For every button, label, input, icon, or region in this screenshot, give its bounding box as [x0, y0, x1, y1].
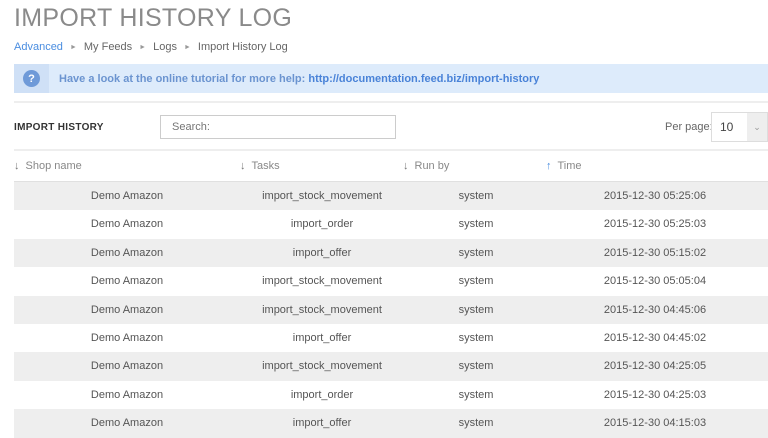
time-cell: 2015-12-30 05:15:02: [603, 246, 707, 259]
run-by-cell: system: [458, 303, 494, 316]
shop-name-cell: Demo Amazon: [90, 218, 164, 231]
task-cell: import_stock_movement: [262, 360, 382, 373]
sort-down-icon: ↓: [240, 160, 246, 172]
shop-name-cell: Demo Amazon: [90, 303, 164, 316]
breadcrumb-advanced[interactable]: Advanced: [14, 41, 63, 53]
page-title: IMPORT HISTORY LOG: [14, 4, 293, 32]
help-link[interactable]: http://documentation.feed.biz/import-his…: [308, 73, 539, 85]
chevron-right-icon: ►: [139, 43, 147, 51]
per-page-label: Per page:: [665, 121, 713, 133]
time-cell: 2015-12-30 05:25:06: [603, 190, 707, 202]
sort-up-icon: ↑: [546, 160, 552, 172]
run-by-cell: system: [458, 331, 494, 344]
table-header: ↓ Shop name ↓ Tasks ↓ Run by ↑ Time: [14, 151, 768, 182]
run-by-cell: system: [458, 218, 494, 231]
chevron-down-icon: ⌄: [747, 113, 767, 141]
breadcrumb-current: Import History Log: [197, 41, 288, 53]
chevron-right-icon: ►: [69, 43, 77, 51]
question-icon: ?: [23, 70, 40, 87]
chevron-right-icon: ►: [183, 43, 191, 51]
run-by-cell: system: [458, 388, 494, 401]
column-run-by[interactable]: ↓ Run by: [403, 160, 449, 172]
shop-name-cell: Demo Amazon: [90, 190, 164, 202]
shop-name-cell: Demo Amazon: [90, 388, 164, 401]
per-page-select[interactable]: 10 ⌄: [711, 112, 768, 142]
task-cell: import_stock_movement: [262, 275, 382, 288]
table-row: Demo Amazon import_offer system 2015-12-30 …: [14, 238, 768, 268]
column-tasks[interactable]: ↓ Tasks: [240, 160, 280, 172]
section-title: IMPORT HISTORY: [14, 122, 104, 133]
task-cell: import_offer: [292, 417, 352, 430]
divider: [14, 101, 768, 103]
task-cell: import_stock_movement: [262, 303, 382, 316]
time-cell: 2015-12-30 04:45:02: [603, 331, 707, 344]
sort-down-icon: ↓: [14, 160, 20, 172]
table-row: Demo Amazon import_order system 2015-12-30 …: [14, 210, 768, 238]
run-by-cell: system: [458, 360, 494, 373]
per-page-value: 10: [720, 120, 734, 134]
column-time[interactable]: ↑ Time: [546, 160, 582, 172]
breadcrumb: Advanced ► My Feeds ► Logs ► Import History…: [14, 41, 288, 53]
time-cell: 2015-12-30 04:25:05: [603, 360, 707, 373]
shop-name-cell: Demo Amazon: [90, 246, 164, 259]
task-cell: import_offer: [292, 246, 352, 259]
column-shop-name[interactable]: ↓ Shop name: [14, 160, 82, 172]
table-row: Demo Amazon import_order system 2015-12-30 …: [14, 381, 768, 409]
time-cell: 2015-12-30 04:25:03: [603, 388, 707, 401]
table-row: Demo Amazon import_stock_movement system 20…: [14, 352, 768, 381]
task-cell: import_order: [290, 218, 354, 231]
table-row: Demo Amazon import_offer system 2015-12-30 …: [14, 409, 768, 438]
shop-name-cell: Demo Amazon: [90, 331, 164, 344]
shop-name-cell: Demo Amazon: [90, 275, 164, 288]
task-cell: import_offer: [292, 331, 352, 344]
run-by-cell: system: [458, 246, 494, 259]
task-cell: import_order: [290, 388, 354, 401]
shop-name-cell: Demo Amazon: [90, 360, 164, 373]
run-by-cell: system: [458, 275, 494, 288]
table-row: Demo Amazon import_stock_movement system 20…: [14, 295, 768, 324]
help-banner: ? Have a look at the online tutorial for…: [14, 64, 768, 93]
time-cell: 2015-12-30 04:45:06: [603, 303, 707, 316]
time-cell: 2015-12-30 04:15:03: [603, 417, 707, 430]
time-cell: 2015-12-30 05:25:03: [603, 218, 707, 231]
task-cell: import_stock_movement: [262, 190, 382, 202]
run-by-cell: system: [458, 417, 494, 430]
table-row: Demo Amazon import_stock_movement system 20…: [14, 182, 768, 211]
breadcrumb-my-feeds[interactable]: My Feeds: [84, 41, 132, 53]
table-row: Demo Amazon import_stock_movement system 20…: [14, 267, 768, 295]
breadcrumb-logs[interactable]: Logs: [153, 41, 177, 53]
table-row: Demo Amazon import_offer system 2015-12-30 …: [14, 324, 768, 352]
sort-down-icon: ↓: [403, 160, 409, 172]
help-text: Have a look at the online tutorial for m…: [59, 72, 306, 85]
shop-name-cell: Demo Amazon: [90, 417, 164, 430]
search-input[interactable]: [160, 115, 396, 139]
table-body: Demo Amazon import_stock_movement system 20…: [14, 182, 768, 438]
time-cell: 2015-12-30 05:05:04: [603, 275, 707, 288]
run-by-cell: system: [458, 190, 494, 202]
